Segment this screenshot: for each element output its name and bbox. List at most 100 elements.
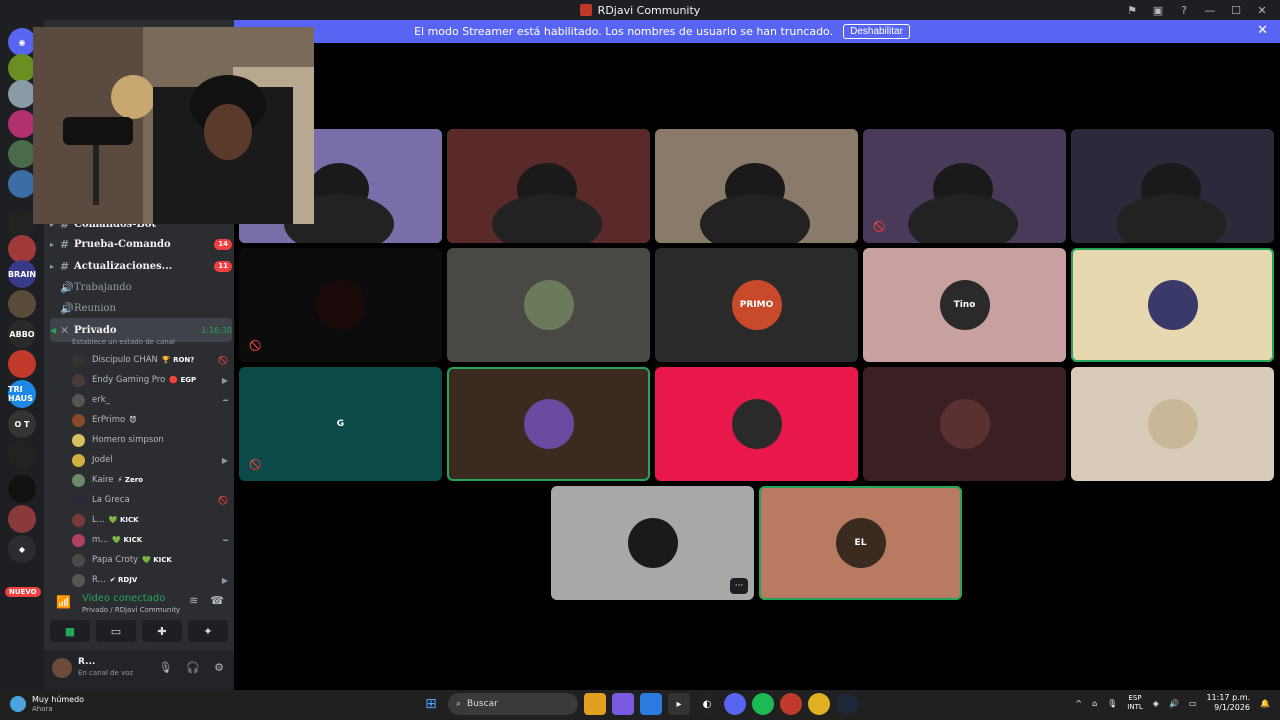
video-tile-user-bw[interactable]: ··· bbox=[551, 486, 754, 600]
notification-icon[interactable]: 🔔 bbox=[1260, 699, 1270, 708]
discord-icon[interactable] bbox=[724, 693, 746, 715]
mic-tray-icon[interactable]: 🎙 bbox=[1107, 699, 1117, 708]
video-button[interactable]: ■ bbox=[50, 620, 90, 642]
signal-icon[interactable]: 📶 bbox=[56, 595, 71, 609]
clock[interactable]: 11:17 p.m. 9/1/2026 bbox=[1206, 693, 1250, 713]
server-icon-server8[interactable]: BRAIN bbox=[8, 260, 36, 288]
server-icon-server13[interactable]: O T bbox=[8, 410, 36, 438]
member-tag: 💚 KICK bbox=[142, 556, 172, 564]
video-tile-user-red[interactable] bbox=[655, 367, 858, 481]
video-tile-user-beige[interactable] bbox=[1071, 248, 1274, 362]
server-icon-server6[interactable] bbox=[8, 210, 36, 238]
server-icon-server15[interactable] bbox=[8, 475, 36, 503]
disconnect-icon[interactable]: ☎ bbox=[210, 594, 224, 607]
server-icon-discover[interactable]: ◆ bbox=[8, 535, 36, 563]
microphone-icon[interactable]: 🎙 bbox=[158, 661, 172, 674]
close-icon[interactable]: ✕ bbox=[1256, 4, 1268, 17]
windows-start-icon[interactable]: ⊞ bbox=[420, 693, 442, 715]
server-icon-home[interactable]: ◉ bbox=[8, 28, 36, 56]
member-tag: 😈 bbox=[129, 416, 137, 424]
voice-member[interactable]: Homero simpson bbox=[72, 431, 228, 449]
activities-button[interactable]: ✚ bbox=[142, 620, 182, 642]
voice-member[interactable]: Kaire ⚡ Zero bbox=[72, 471, 228, 489]
soundboard-button[interactable]: ✦ bbox=[188, 620, 228, 642]
server-icon-server10[interactable]: ABBO bbox=[8, 320, 36, 348]
noise-suppression-icon[interactable]: ≋ bbox=[189, 594, 198, 607]
voice-member[interactable]: L... 💚 KICK bbox=[72, 511, 228, 529]
video-tile-user-maroon[interactable] bbox=[863, 367, 1066, 481]
maximize-icon[interactable]: ☐ bbox=[1230, 4, 1242, 17]
streamer-webcam-overlay bbox=[33, 27, 314, 224]
flag-icon[interactable]: ⚑ bbox=[1126, 4, 1138, 17]
video-tile-user-grey[interactable] bbox=[447, 248, 650, 362]
channel-item[interactable]: 🔊 Reunion bbox=[50, 298, 232, 318]
user-name: R... bbox=[78, 657, 96, 667]
video-tile-cam-4[interactable]: 🚫 bbox=[863, 129, 1066, 243]
server-icon-server1[interactable] bbox=[8, 54, 36, 82]
voice-member[interactable]: La Greca 🚫 bbox=[72, 491, 228, 509]
server-icon-server11[interactable] bbox=[8, 350, 36, 378]
voice-member[interactable]: Jodel ▶ bbox=[72, 451, 228, 469]
video-tile-user-pink[interactable]: Tino bbox=[863, 248, 1066, 362]
banner-close-icon[interactable]: ✕ bbox=[1257, 23, 1268, 38]
video-tile-cam-2[interactable] bbox=[447, 129, 650, 243]
video-tile-user-dark[interactable]: 🚫 bbox=[239, 248, 442, 362]
volume-icon[interactable]: 🔊 bbox=[1169, 699, 1179, 708]
member-tag: ⚡ Zero bbox=[117, 476, 143, 484]
server-icon-server9[interactable] bbox=[8, 290, 36, 318]
inbox-icon[interactable]: ▣ bbox=[1152, 4, 1164, 17]
voice-member[interactable]: ErPrimo 😈 bbox=[72, 411, 228, 429]
channel-item[interactable]: ▸ # Prueba-Comando 14 bbox=[50, 234, 232, 254]
language-indicator[interactable]: ESP INTL bbox=[1127, 694, 1142, 712]
minimize-icon[interactable]: — bbox=[1204, 4, 1216, 17]
video-tile-user-el[interactable]: EL bbox=[759, 486, 962, 600]
terminal-icon[interactable]: ▸ bbox=[668, 693, 690, 715]
voice-member[interactable]: R... ✔ RDJV ▶ bbox=[72, 571, 228, 589]
video-tile-cam-3[interactable] bbox=[655, 129, 858, 243]
settings-gear-icon[interactable]: ⚙ bbox=[214, 661, 224, 674]
capture-icon[interactable] bbox=[780, 693, 802, 715]
voice-member[interactable]: Papa Croty 💚 KICK bbox=[72, 551, 228, 569]
server-icon-server2[interactable] bbox=[8, 80, 36, 108]
channel-item[interactable]: 🔊 Trabajando bbox=[50, 277, 232, 297]
obs-icon[interactable]: ◐ bbox=[696, 693, 718, 715]
channel-item[interactable]: ▸ # Actualizaciones... 11 bbox=[50, 256, 232, 276]
copilot-icon[interactable] bbox=[612, 693, 634, 715]
wifi-icon[interactable]: ◈ bbox=[1153, 699, 1159, 708]
headphones-icon[interactable]: 🎧 bbox=[186, 661, 200, 674]
battery-icon[interactable]: ▭ bbox=[1189, 699, 1197, 708]
server-icon-server7[interactable] bbox=[8, 235, 36, 263]
video-tile-user-cartoon[interactable] bbox=[447, 367, 650, 481]
file-explorer-icon[interactable] bbox=[584, 693, 606, 715]
chrome-icon[interactable] bbox=[808, 693, 830, 715]
server-icon-server14[interactable] bbox=[8, 440, 36, 468]
voice-member[interactable]: m... 💚 KICK ━ bbox=[72, 531, 228, 549]
voice-member[interactable]: Discipulo CHAN 🏆 RON? 🚫 bbox=[72, 351, 228, 369]
help-icon[interactable]: ? bbox=[1178, 4, 1190, 17]
server-icon-server3[interactable] bbox=[8, 110, 36, 138]
video-tile-cam-5[interactable] bbox=[1071, 129, 1274, 243]
network-icon[interactable]: ⌂ bbox=[1092, 699, 1097, 708]
voice-member[interactable]: Endy Gaming Pro 🔴 EGP ▶ bbox=[72, 371, 228, 389]
video-tile-user-stewie[interactable] bbox=[1071, 367, 1274, 481]
weather-widget[interactable]: Muy húmedo Ahora bbox=[10, 695, 84, 713]
taskbar-search[interactable]: ⌕ Buscar bbox=[448, 693, 578, 715]
disable-streamer-button[interactable]: Deshabilitar bbox=[843, 24, 910, 39]
screen-share-button[interactable]: ▭ bbox=[96, 620, 136, 642]
voice-member[interactable]: erk_ ━ bbox=[72, 391, 228, 409]
channel-type-icon: # bbox=[60, 259, 70, 273]
video-tile-user-primo[interactable]: PRIMO bbox=[655, 248, 858, 362]
server-icon-server5[interactable] bbox=[8, 170, 36, 198]
chevron-up-icon[interactable]: ^ bbox=[1075, 699, 1082, 708]
steam-icon[interactable] bbox=[836, 693, 858, 715]
store-icon[interactable] bbox=[640, 693, 662, 715]
server-icon-server4[interactable] bbox=[8, 140, 36, 168]
server-icon-server16[interactable] bbox=[8, 505, 36, 533]
channel-status[interactable]: Establece un estado de canal bbox=[72, 338, 175, 346]
member-name: Jodel bbox=[92, 455, 113, 465]
video-tile-user-g[interactable]: G 🚫 bbox=[239, 367, 442, 481]
more-options-button[interactable]: ··· bbox=[730, 578, 748, 594]
spotify-icon[interactable] bbox=[752, 693, 774, 715]
server-icon-server12[interactable]: TRI HAUS bbox=[8, 380, 36, 408]
avatar[interactable] bbox=[52, 658, 72, 678]
